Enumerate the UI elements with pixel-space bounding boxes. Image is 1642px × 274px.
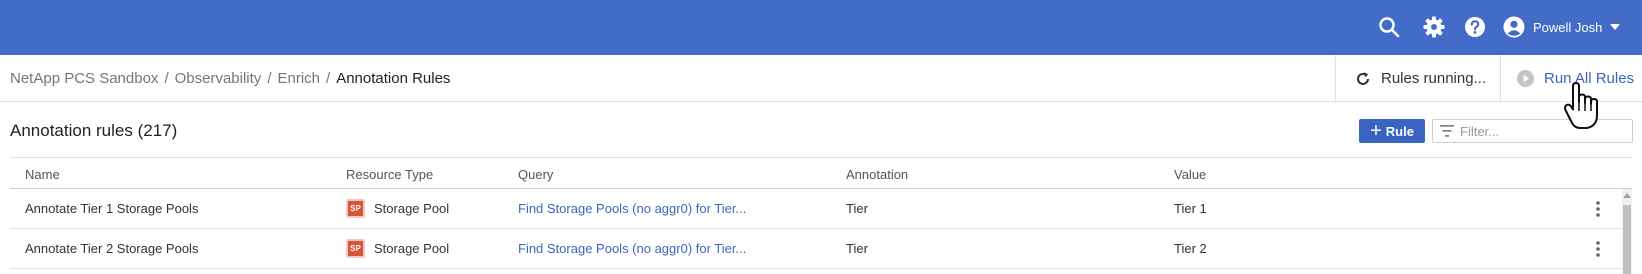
annotation-value: Tier 2 xyxy=(1174,241,1207,256)
top-header-bar: Powell Josh xyxy=(0,0,1642,55)
breadcrumb-item-sandbox[interactable]: NetApp PCS Sandbox xyxy=(10,70,158,87)
resource-type: SP Storage Pool xyxy=(346,239,449,258)
annotation-value: Tier 1 xyxy=(1174,201,1207,216)
storage-pool-icon: SP xyxy=(346,239,365,258)
breadcrumb-separator: / xyxy=(164,70,169,87)
query-link[interactable]: Find Storage Pools (no aggr0) for Tier..… xyxy=(518,241,746,256)
resource-type-label: Storage Pool xyxy=(374,201,450,216)
gear-icon[interactable] xyxy=(1423,16,1445,38)
resource-type-label: Storage Pool xyxy=(374,241,450,256)
user-name: Powell Josh xyxy=(1533,19,1603,35)
breadcrumb-item-observability[interactable]: Observability xyxy=(175,70,262,87)
annotation-name: Tier xyxy=(846,241,868,256)
breadcrumb-current: Annotation Rules xyxy=(336,70,451,87)
rule-name: Annotate Tier 2 Storage Pools xyxy=(25,241,199,256)
breadcrumb-separator: / xyxy=(326,70,331,87)
add-rule-button[interactable]: + Rule xyxy=(1359,119,1425,143)
breadcrumb-item-enrich[interactable]: Enrich xyxy=(277,70,320,87)
column-header-value[interactable]: Value xyxy=(1174,167,1206,182)
more-options-icon[interactable] xyxy=(1590,200,1606,218)
table-row[interactable]: Annotate Tier 1 Storage Pools SP Storage… xyxy=(10,189,1622,229)
breadcrumb-separator: / xyxy=(267,70,272,87)
refresh-icon xyxy=(1357,71,1369,85)
rules-running-status: Rules running... xyxy=(1335,55,1500,102)
filter-field[interactable] xyxy=(1432,119,1633,143)
rules-running-label: Rules running... xyxy=(1381,70,1487,87)
breadcrumb: NetApp PCS Sandbox / Observability / Enrich /… xyxy=(10,70,450,87)
plus-icon: + xyxy=(1370,120,1382,142)
column-header-resource-type[interactable]: Resource Type xyxy=(346,167,433,182)
table-header: Name Resource Type Query Annotation Valu… xyxy=(10,157,1632,189)
rule-name: Annotate Tier 1 Storage Pools xyxy=(25,201,199,216)
breadcrumb-bar: NetApp PCS Sandbox / Observability / Enrich /… xyxy=(0,55,1642,102)
search-icon[interactable] xyxy=(1378,16,1400,38)
more-options-icon[interactable] xyxy=(1590,240,1606,258)
caret-down-icon xyxy=(1610,23,1621,30)
add-rule-label: Rule xyxy=(1385,123,1414,139)
help-icon[interactable] xyxy=(1464,16,1486,38)
filter-lines-icon xyxy=(1440,125,1454,137)
user-avatar-icon xyxy=(1503,16,1525,38)
column-header-query[interactable]: Query xyxy=(518,167,553,182)
play-icon xyxy=(1517,70,1534,87)
table-row[interactable]: Annotate Tier 2 Storage Pools SP Storage… xyxy=(10,229,1622,269)
scrollbar-thumb[interactable] xyxy=(1623,205,1631,274)
annotation-name: Tier xyxy=(846,201,868,216)
resource-type: SP Storage Pool xyxy=(346,199,449,218)
hand-pointer-cursor-icon xyxy=(1563,82,1598,129)
scroll-up-arrow-icon[interactable] xyxy=(1623,192,1631,200)
user-menu[interactable]: Powell Josh xyxy=(1503,16,1621,38)
table-scrollbar[interactable] xyxy=(1622,189,1632,274)
section-title: Annotation rules (217) xyxy=(10,121,178,140)
column-header-name[interactable]: Name xyxy=(25,167,60,182)
storage-pool-icon: SP xyxy=(346,199,365,218)
query-link[interactable]: Find Storage Pools (no aggr0) for Tier..… xyxy=(518,201,746,216)
column-header-annotation[interactable]: Annotation xyxy=(846,167,908,182)
